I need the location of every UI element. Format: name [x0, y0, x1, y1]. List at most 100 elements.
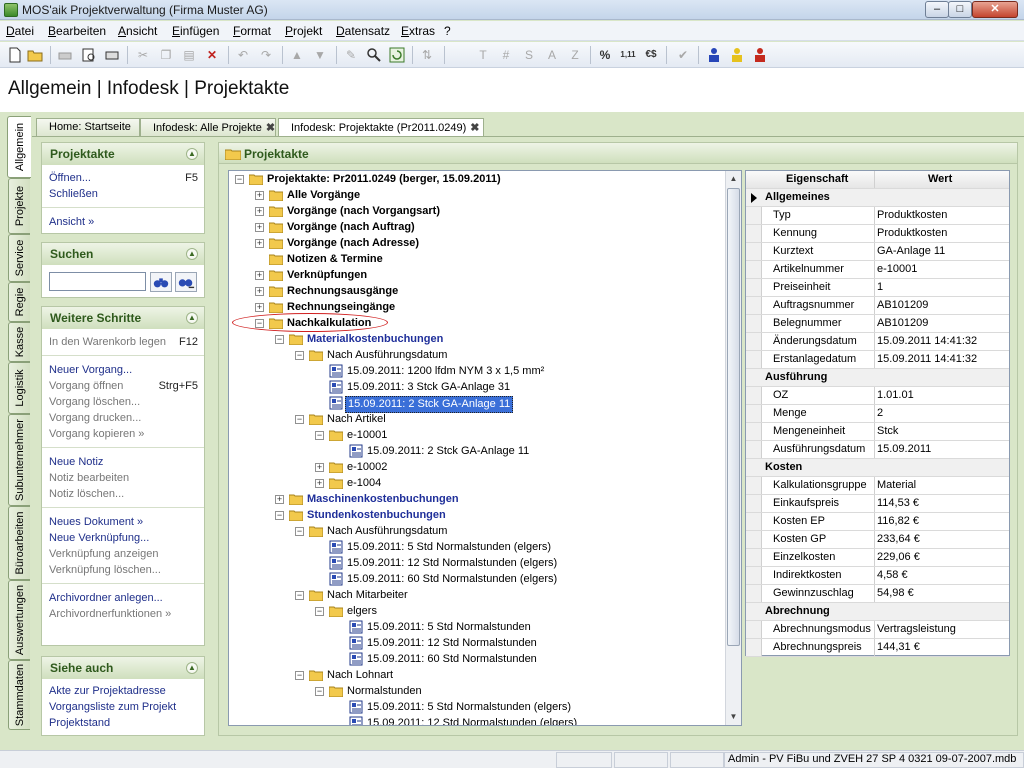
- link-notiz-bearbeiten[interactable]: Notiz bearbeiten: [49, 472, 129, 484]
- tree-node-label[interactable]: Nach Mitarbeiter: [327, 588, 408, 603]
- link-schliessen[interactable]: Schließen: [49, 188, 98, 200]
- property-value[interactable]: Material: [877, 477, 916, 494]
- tree-node-label[interactable]: 15.09.2011: 60 Std Normalstunden: [367, 652, 537, 667]
- tree-node-label[interactable]: 15.09.2011: 12 Std Normalstunden (elgers…: [347, 556, 557, 571]
- link-neuer-vorgang[interactable]: Neuer Vorgang...: [49, 364, 132, 376]
- collapse-icon[interactable]: −: [315, 607, 324, 616]
- expand-icon[interactable]: +: [275, 495, 284, 504]
- property-category[interactable]: Allgemeines: [746, 189, 1009, 207]
- property-row[interactable]: Abrechnungsmodus Vertragsleistung: [746, 621, 1009, 639]
- close-tab-icon[interactable]: ✖: [470, 122, 479, 134]
- side-tab-allgemein[interactable]: Allgemein: [7, 116, 31, 178]
- side-tab-projekte[interactable]: Projekte: [8, 178, 30, 234]
- a-icon[interactable]: A: [543, 46, 561, 64]
- link-oeffnen[interactable]: Öffnen...: [49, 172, 91, 184]
- tree-node-label[interactable]: 15.09.2011: 5 Std Normalstunden (elgers): [347, 540, 551, 555]
- link-neue-verknuepfung[interactable]: Neue Verknüpfung...: [49, 532, 149, 544]
- sort-icon[interactable]: ⇅: [418, 46, 436, 64]
- decimal-icon[interactable]: 1,11: [619, 46, 637, 64]
- print-setup-icon[interactable]: [103, 46, 121, 64]
- property-value[interactable]: 15.09.2011 14:41:32: [877, 333, 977, 350]
- user-yellow-icon[interactable]: [728, 46, 746, 64]
- property-category[interactable]: Ausführung: [746, 369, 1009, 387]
- menu-datensatz[interactable]: Datensatz: [336, 24, 390, 38]
- link-akte-projektadresse[interactable]: Akte zur Projektadresse: [49, 685, 166, 697]
- property-value[interactable]: 229,06 €: [877, 549, 920, 566]
- property-category[interactable]: Abrechnung: [746, 603, 1009, 621]
- collapse-icon[interactable]: −: [315, 687, 324, 696]
- property-row[interactable]: Auftragsnummer AB101209: [746, 297, 1009, 315]
- project-tree[interactable]: − Projektakte: Pr2011.0249 (berger, 15.09…: [228, 170, 742, 726]
- tree-scrollbar[interactable]: ▲ ▼: [725, 171, 741, 725]
- property-value[interactable]: 114,53 €: [877, 495, 919, 512]
- property-row[interactable]: Kalkulationsgruppe Material: [746, 477, 1009, 495]
- property-value[interactable]: 1.01.01: [877, 387, 914, 404]
- menu-extras[interactable]: Extras: [401, 24, 435, 38]
- property-value[interactable]: AB101209: [877, 297, 928, 314]
- tree-node-label[interactable]: Vorgänge (nach Vorgangsart): [287, 204, 440, 219]
- undo-icon[interactable]: ↶: [234, 46, 252, 64]
- link-archivordner-anlegen[interactable]: Archivordner anlegen...: [49, 592, 163, 604]
- collapse-icon[interactable]: −: [315, 431, 324, 440]
- link-vorgangsliste[interactable]: Vorgangsliste zum Projekt: [49, 701, 176, 713]
- scroll-up-icon[interactable]: ▲: [726, 171, 741, 187]
- property-value[interactable]: 233,64 €: [877, 531, 920, 548]
- property-row[interactable]: OZ 1.01.01: [746, 387, 1009, 405]
- side-tab-kasse[interactable]: Kasse: [8, 322, 30, 362]
- tree-node-label[interactable]: 15.09.2011: 2 Stck GA-Anlage 11: [367, 444, 529, 459]
- tree-node-label[interactable]: Normalstunden: [347, 684, 422, 699]
- tree-node-label[interactable]: 15.09.2011: 5 Std Normalstunden (elgers): [367, 700, 571, 715]
- property-row[interactable]: Indirektkosten 4,58 €: [746, 567, 1009, 585]
- scroll-down-icon[interactable]: ▼: [726, 709, 741, 725]
- side-tab-subunternehmer[interactable]: Subunternehmer: [8, 414, 30, 506]
- collapse-icon[interactable]: −: [295, 527, 304, 536]
- delete-icon[interactable]: ✕: [203, 46, 221, 64]
- property-row[interactable]: Artikelnummer e-10001: [746, 261, 1009, 279]
- property-row[interactable]: Menge 2: [746, 405, 1009, 423]
- menu-einfuegen[interactable]: Einfügen: [172, 24, 219, 38]
- link-ansicht[interactable]: Ansicht »: [49, 216, 94, 228]
- expand-icon[interactable]: +: [255, 303, 264, 312]
- print-icon[interactable]: [56, 46, 74, 64]
- tree-node-label[interactable]: Materialkostenbuchungen: [307, 332, 443, 347]
- tree-node-label[interactable]: Nach Lohnart: [327, 668, 393, 683]
- tree-node-label[interactable]: Rechnungsausgänge: [287, 284, 398, 299]
- redo-icon[interactable]: ↷: [257, 46, 275, 64]
- tree-node-label[interactable]: Vorgänge (nach Adresse): [287, 236, 419, 251]
- link-projektstand[interactable]: Projektstand: [49, 717, 110, 729]
- tab-alle-projekte[interactable]: Infodesk: Alle Projekte ✖: [140, 118, 276, 136]
- check-icon[interactable]: ✔: [674, 46, 692, 64]
- tab-projektakte[interactable]: Infodesk: Projektakte (Pr2011.0249) ✖: [278, 118, 484, 136]
- side-tab-bueroarbeiten[interactable]: Büroarbeiten: [8, 506, 30, 580]
- side-tab-stammdaten[interactable]: Stammdaten: [8, 660, 30, 730]
- property-category[interactable]: Kosten: [746, 459, 1009, 477]
- link-archivordnerfunktionen[interactable]: Archivordnerfunktionen »: [49, 608, 171, 620]
- move-down-icon[interactable]: ▼: [311, 46, 329, 64]
- property-row[interactable]: Einzelkosten 229,06 €: [746, 549, 1009, 567]
- collapse-icon[interactable]: −: [295, 671, 304, 680]
- move-up-icon[interactable]: ▲: [288, 46, 306, 64]
- property-row[interactable]: Gewinnzuschlag 54,98 €: [746, 585, 1009, 603]
- tree-node-label[interactable]: elgers: [347, 604, 377, 619]
- link-verknuepfung-loeschen[interactable]: Verknüpfung löschen...: [49, 564, 161, 576]
- print-preview-icon[interactable]: [80, 46, 98, 64]
- collapse-icon[interactable]: −: [275, 335, 284, 344]
- link-neues-dokument[interactable]: Neues Dokument »: [49, 516, 143, 528]
- minimize-button[interactable]: –: [925, 1, 949, 18]
- tree-node-label[interactable]: Alle Vorgänge: [287, 188, 360, 203]
- z-icon[interactable]: Z: [566, 46, 584, 64]
- property-value[interactable]: Produktkosten: [877, 207, 947, 224]
- tree-node-label[interactable]: Verknüpfungen: [287, 268, 367, 283]
- tree-node-label[interactable]: Maschinenkostenbuchungen: [307, 492, 459, 507]
- currency-icon[interactable]: €$: [642, 46, 660, 64]
- property-value[interactable]: Produktkosten: [877, 225, 947, 242]
- find-icon[interactable]: [365, 46, 383, 64]
- property-value[interactable]: AB101209: [877, 315, 928, 332]
- property-value[interactable]: Vertragsleistung: [877, 621, 956, 638]
- tree-node-label[interactable]: e-10002: [347, 460, 387, 475]
- column-header-eigenschaft[interactable]: Eigenschaft: [786, 171, 848, 188]
- property-row[interactable]: Preiseinheit 1: [746, 279, 1009, 297]
- collapse-icon[interactable]: ▲: [186, 248, 198, 260]
- tree-node-label[interactable]: e-1004: [347, 476, 381, 491]
- expand-icon[interactable]: +: [255, 271, 264, 280]
